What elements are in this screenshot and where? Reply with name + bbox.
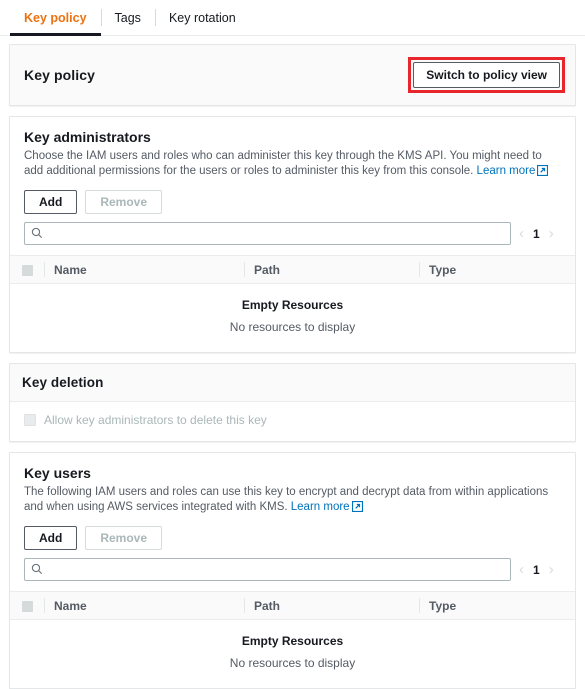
pagination-next-icon[interactable]: › [549, 226, 554, 241]
key-administrators-filter-row: ‹ 1 › [24, 222, 561, 245]
key-deletion-body: Allow key administrators to delete this … [10, 402, 575, 441]
empty-state-title: Empty Resources [241, 634, 344, 648]
key-users-table-body: Empty Resources No resources to display [10, 619, 575, 688]
empty-state-subtitle: No resources to display [229, 320, 356, 334]
remove-key-administrator-button[interactable]: Remove [85, 190, 163, 214]
tab-key-rotation[interactable]: Key rotation [154, 0, 250, 35]
empty-state-title: Empty Resources [241, 298, 344, 312]
tab-bar: Key policy Tags Key rotation [0, 0, 585, 36]
key-administrators-pagination: ‹ 1 › [519, 226, 554, 241]
key-users-search-input[interactable] [24, 558, 511, 581]
key-administrators-button-row: Add Remove [24, 190, 561, 214]
key-deletion-card-header: Key deletion [10, 364, 575, 402]
key-administrators-table-head: Name Path Type [10, 255, 575, 284]
add-key-user-button[interactable]: Add [24, 526, 78, 550]
key-administrators-controls: Add Remove ‹ 1 › [10, 181, 575, 245]
key-administrators-learn-more-link[interactable]: Learn more [477, 165, 536, 177]
key-administrators-card: Key administrators Choose the IAM users … [9, 116, 576, 353]
key-users-description: The following IAM users and roles can us… [24, 485, 561, 517]
page-content: Key policy Switch to policy view Key adm… [0, 36, 585, 689]
select-all-header [10, 255, 44, 284]
pagination-page-1[interactable]: 1 [533, 563, 540, 577]
key-users-card: Key users The following IAM users and ro… [9, 452, 576, 689]
external-link-icon [351, 500, 363, 517]
table-header-row: Name Path Type [10, 591, 575, 620]
key-users-search-wrap [24, 558, 511, 581]
key-administrators-description-text: Choose the IAM users and roles who can a… [24, 150, 542, 177]
key-administrators-title: Key administrators [24, 129, 151, 145]
column-header-name[interactable]: Name [44, 591, 244, 620]
pagination-prev-icon[interactable]: ‹ [519, 562, 524, 577]
empty-state-row: Empty Resources No resources to display [10, 619, 575, 688]
key-administrators-table: Name Path Type Empty Resources No resour… [10, 255, 575, 352]
empty-state-subtitle: No resources to display [229, 656, 356, 670]
external-link-icon [537, 164, 549, 181]
key-users-table: Name Path Type Empty Resources No resour… [10, 591, 575, 688]
switch-to-policy-view-highlight: Switch to policy view [408, 57, 565, 93]
pagination-prev-icon[interactable]: ‹ [519, 226, 524, 241]
allow-key-deletion-label: Allow key administrators to delete this … [44, 413, 267, 427]
empty-state-cell: Empty Resources No resources to display [10, 283, 575, 352]
key-users-table-head: Name Path Type [10, 591, 575, 620]
key-users-learn-more-link[interactable]: Learn more [291, 501, 350, 513]
select-all-checkbox[interactable] [22, 600, 33, 612]
key-administrators-header: Key administrators Choose the IAM users … [10, 117, 575, 181]
key-users-filter-row: ‹ 1 › [24, 558, 561, 581]
key-policy-card-header: Key policy Switch to policy view [10, 45, 575, 105]
column-header-path[interactable]: Path [244, 591, 419, 620]
add-key-administrator-button[interactable]: Add [24, 190, 78, 214]
key-users-title: Key users [24, 465, 91, 481]
switch-to-policy-view-button[interactable]: Switch to policy view [413, 62, 560, 88]
empty-state-row: Empty Resources No resources to display [10, 283, 575, 352]
column-header-name[interactable]: Name [44, 255, 244, 284]
key-users-description-text: The following IAM users and roles can us… [24, 486, 549, 513]
key-administrators-table-body: Empty Resources No resources to display [10, 283, 575, 352]
tab-tags[interactable]: Tags [100, 0, 155, 35]
column-header-type[interactable]: Type [419, 591, 575, 620]
key-users-controls: Add Remove ‹ 1 › [10, 517, 575, 581]
key-deletion-card: Key deletion Allow key administrators to… [9, 363, 576, 442]
key-policy-card: Key policy Switch to policy view [9, 44, 576, 106]
remove-key-user-button[interactable]: Remove [85, 526, 163, 550]
pagination-next-icon[interactable]: › [549, 562, 554, 577]
key-users-header: Key users The following IAM users and ro… [10, 453, 575, 517]
tab-key-policy[interactable]: Key policy [10, 0, 101, 36]
key-administrators-search-input[interactable] [24, 222, 511, 245]
pagination-page-1[interactable]: 1 [533, 227, 540, 241]
key-deletion-title: Key deletion [22, 375, 104, 390]
tab-key-rotation-label: Key rotation [168, 10, 236, 25]
select-all-header [10, 591, 44, 620]
page-title: Key policy [24, 67, 96, 83]
allow-key-deletion-checkbox[interactable] [24, 414, 36, 426]
column-header-path[interactable]: Path [244, 255, 419, 284]
key-users-button-row: Add Remove [24, 526, 561, 550]
table-header-row: Name Path Type [10, 255, 575, 284]
key-administrators-description: Choose the IAM users and roles who can a… [24, 149, 561, 181]
select-all-checkbox[interactable] [22, 264, 33, 276]
tab-key-policy-label: Key policy [24, 10, 87, 25]
key-administrators-search-wrap [24, 222, 511, 245]
key-users-pagination: ‹ 1 › [519, 562, 554, 577]
column-header-type[interactable]: Type [419, 255, 575, 284]
empty-state-cell: Empty Resources No resources to display [10, 619, 575, 688]
tab-tags-label: Tags [114, 10, 141, 25]
